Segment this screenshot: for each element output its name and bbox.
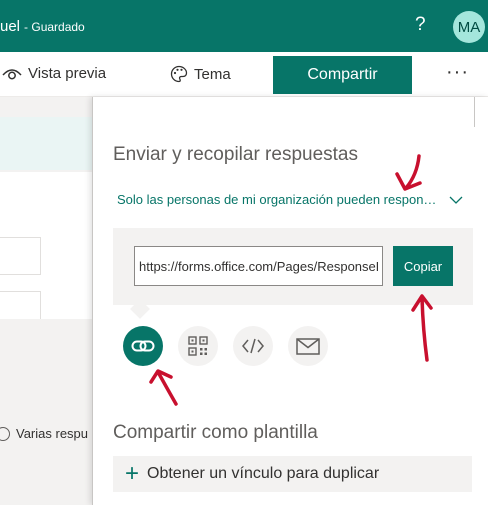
link-icon [131,340,155,352]
save-status: - Guardado [24,20,85,34]
preview-button[interactable]: Vista previa [2,65,106,82]
send-link-button[interactable] [123,326,163,366]
help-button[interactable]: ? [415,14,426,36]
link-box: Copiar [113,228,473,305]
embed-code-icon [242,338,264,354]
duplicate-link-button[interactable]: + Obtener un vínculo para duplicar [113,456,472,492]
share-url-input[interactable] [134,246,383,286]
plus-icon: + [125,460,140,487]
share-heading: Enviar y recopilar respuestas [113,144,358,165]
chevron-down-icon [449,196,463,204]
question-field[interactable] [0,237,41,275]
email-icon [296,337,320,355]
send-embed-button[interactable] [233,326,273,366]
form-header-band [0,117,92,170]
radio-icon [0,426,10,441]
top-bar: uel - Guardado ? MA [0,0,488,52]
theme-button[interactable]: Tema [170,65,231,83]
form-title[interactable]: uel - Guardado [0,18,85,35]
editor-background [0,319,92,505]
multiple-answers-label: Varias respu [16,426,89,441]
share-panel: Enviar y recopilar respuestas Solo las p… [92,97,488,505]
copy-button[interactable]: Copiar [393,246,453,286]
eye-icon [2,68,22,79]
template-heading: Compartir como plantilla [113,422,318,443]
theme-label: Tema [194,65,231,83]
panel-scrollbar[interactable] [474,97,488,127]
multiple-answers-option[interactable]: Varias respu [0,426,88,441]
qr-code-icon [188,336,208,356]
avatar[interactable]: MA [453,11,485,43]
form-title-text: uel [0,18,21,35]
permission-dropdown[interactable]: Solo las personas de mi organización pue… [117,192,463,207]
command-bar: Vista previa Tema Compartir ··· [0,52,488,97]
send-qr-button[interactable] [178,326,218,366]
palette-icon [170,65,188,83]
duplicate-label: Obtener un vínculo para duplicar [147,465,380,482]
share-button[interactable]: Compartir [273,56,412,94]
permission-value: Solo las personas de mi organización pue… [117,192,439,207]
preview-label: Vista previa [28,65,107,82]
send-email-button[interactable] [288,326,328,366]
more-options-button[interactable]: ··· [446,61,469,84]
form-editor-pane: Varias respu [0,97,92,505]
